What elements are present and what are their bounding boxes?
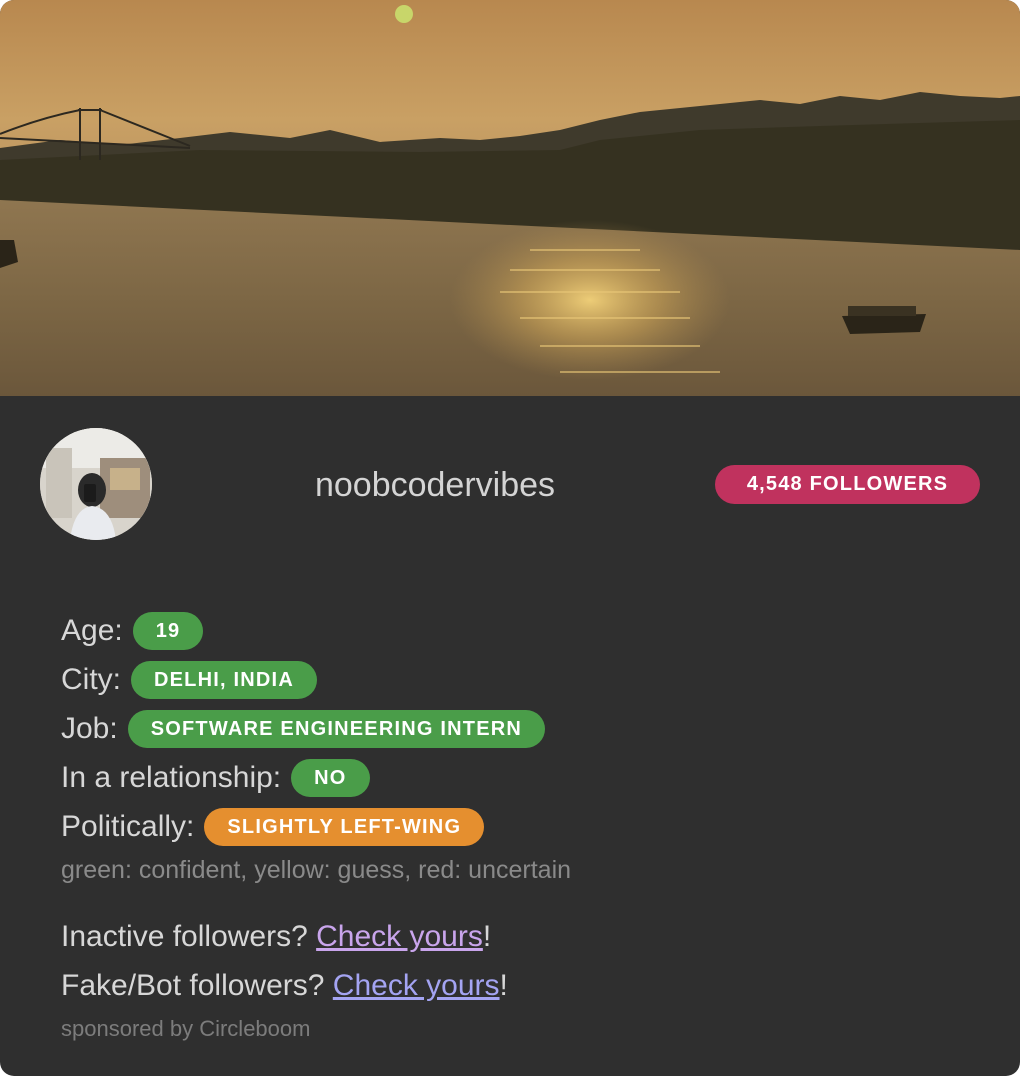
promo-suffix: !	[499, 969, 508, 1002]
attribute-label: City:	[61, 662, 121, 696]
attribute-row-politics: Politically: SLIGHTLY LEFT-WING	[61, 802, 961, 851]
attribute-row-age: Age: 19	[61, 606, 961, 655]
username[interactable]: noobcodervibes	[220, 462, 650, 508]
check-fake-link[interactable]: Check yours	[333, 969, 500, 1002]
promo-text: Inactive followers?	[61, 920, 317, 953]
attributes-list: Age: 19 City: DELHI, INDIA Job: SOFTWARE…	[61, 606, 961, 887]
promo-fake-followers: Fake/Bot followers? Check yours!	[61, 961, 961, 1010]
attribute-label: Politically:	[61, 809, 195, 843]
check-inactive-link[interactable]: Check yours	[316, 920, 483, 953]
followers-badge: 4,548 FOLLOWERS	[715, 465, 980, 504]
attribute-value-pill: NO	[291, 758, 370, 797]
promo-inactive-followers: Inactive followers? Check yours!	[61, 912, 961, 961]
attribute-row-city: City: DELHI, INDIA	[61, 655, 961, 704]
attribute-label: Job:	[61, 711, 118, 745]
avatar[interactable]	[40, 428, 152, 540]
attribute-value-pill: DELHI, INDIA	[131, 660, 317, 699]
promo-section: Inactive followers? Check yours! Fake/Bo…	[61, 912, 961, 1044]
cover-photo	[0, 0, 1020, 396]
attribute-value-pill: SLIGHTLY LEFT-WING	[204, 807, 485, 846]
profile-card: noobcodervibes 4,548 FOLLOWERS Age: 19 C…	[0, 0, 1020, 1076]
promo-suffix: !	[482, 920, 492, 953]
attribute-value-pill: 19	[132, 611, 204, 650]
sponsor-note: sponsored by Circleboom	[61, 1016, 311, 1041]
attribute-row-job: Job: SOFTWARE ENGINEERING INTERN	[61, 704, 961, 753]
attribute-label: Age:	[61, 613, 123, 647]
confidence-legend: green: confident, yellow: guess, red: un…	[61, 856, 572, 884]
attribute-label: In a relationship:	[61, 760, 282, 794]
attribute-row-relationship: In a relationship: NO	[61, 753, 961, 802]
promo-text: Fake/Bot followers?	[61, 969, 333, 1002]
attribute-value-pill: SOFTWARE ENGINEERING INTERN	[127, 709, 546, 748]
